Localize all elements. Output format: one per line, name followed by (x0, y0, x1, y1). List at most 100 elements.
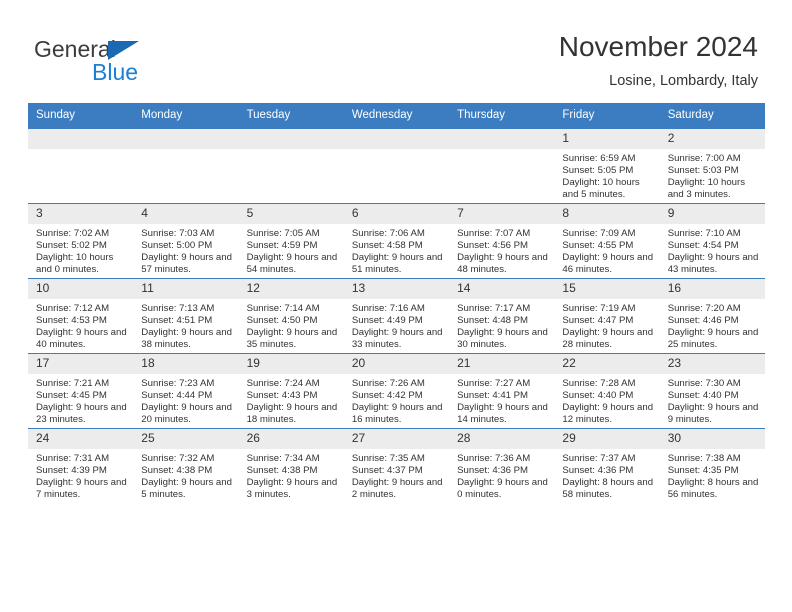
calendar-day-cell[interactable]: 28 Sunrise: 7:36 AM Sunset: 4:36 PM Dayligh… (449, 428, 555, 503)
sunrise-text: Sunrise: 7:35 AM (351, 453, 425, 464)
calendar-body: 1 Sunrise: 6:59 AM Sunset: 5:05 PM Daylight… (28, 128, 765, 503)
day-number: 20 (343, 354, 450, 374)
calendar-day-cell[interactable]: 2 Sunrise: 7:00 AM Sunset: 5:03 PM Daylight… (659, 128, 765, 204)
calendar-week-row: 1 Sunrise: 6:59 AM Sunset: 5:05 PM Daylight… (28, 128, 765, 204)
daylight-text: Daylight: 8 hours and 58 minutes. (562, 477, 654, 501)
sunset-text: Sunset: 4:38 PM (141, 465, 213, 477)
sunset-text: Sunset: 4:37 PM (351, 465, 423, 477)
day-number: 12 (238, 279, 344, 299)
daylight-text: Daylight: 9 hours and 28 minutes. (562, 327, 654, 351)
day-sun-info: Sunrise: 7:10 AM Sunset: 4:54 PM Daylight:… (660, 224, 765, 276)
calendar-day-cell[interactable]: 4 Sunrise: 7:03 AM Sunset: 5:00 PM Daylight… (133, 203, 239, 279)
calendar-day-cell[interactable]: 7 Sunrise: 7:07 AM Sunset: 4:56 PM Daylight… (449, 203, 555, 279)
sunrise-text: Sunrise: 7:34 AM (246, 453, 320, 464)
sunrise-text: Sunrise: 7:13 AM (141, 303, 215, 314)
calendar-day-cell[interactable]: 14 Sunrise: 7:17 AM Sunset: 4:48 PM Dayligh… (449, 278, 555, 354)
daylight-text: Daylight: 9 hours and 0 minutes. (457, 477, 548, 501)
sunrise-text: Sunrise: 7:12 AM (36, 303, 110, 314)
calendar-day-cell[interactable]: 16 Sunrise: 7:20 AM Sunset: 4:46 PM Dayligh… (659, 278, 765, 354)
day-sun-info: Sunrise: 7:20 AM Sunset: 4:46 PM Daylight:… (660, 299, 765, 351)
calendar-day-cell[interactable]: 27 Sunrise: 7:35 AM Sunset: 4:37 PM Dayligh… (343, 428, 450, 503)
calendar-day-cell[interactable]: 25 Sunrise: 7:32 AM Sunset: 4:38 PM Dayligh… (133, 428, 239, 503)
day-number: 1 (554, 129, 660, 149)
calendar-day-cell[interactable]: 29 Sunrise: 7:37 AM Sunset: 4:36 PM Dayligh… (554, 428, 660, 503)
calendar-day-cell[interactable]: 15 Sunrise: 7:19 AM Sunset: 4:47 PM Dayligh… (554, 278, 660, 354)
day-number: 18 (133, 354, 239, 374)
daylight-text: Daylight: 9 hours and 54 minutes. (246, 252, 338, 276)
day-number: 14 (449, 279, 555, 299)
calendar-day-cell[interactable]: 19 Sunrise: 7:24 AM Sunset: 4:43 PM Dayligh… (238, 353, 344, 429)
calendar-day-cell[interactable]: 12 Sunrise: 7:14 AM Sunset: 4:50 PM Dayligh… (238, 278, 344, 354)
daylight-text: Daylight: 9 hours and 9 minutes. (667, 402, 759, 426)
page-header: General Blue November 2024 Losine, Lomba… (0, 0, 792, 100)
day-sun-info: Sunrise: 7:17 AM Sunset: 4:48 PM Daylight:… (449, 299, 554, 351)
calendar-day-cell[interactable]: 3 Sunrise: 7:02 AM Sunset: 5:02 PM Daylight… (28, 203, 134, 279)
day-sun-info: Sunrise: 7:14 AM Sunset: 4:50 PM Daylight:… (239, 299, 344, 351)
calendar-day-cell[interactable]: 22 Sunrise: 7:28 AM Sunset: 4:40 PM Dayligh… (554, 353, 660, 429)
calendar-day-cell[interactable]: 13 Sunrise: 7:16 AM Sunset: 4:49 PM Dayligh… (343, 278, 450, 354)
calendar-day-cell[interactable]: 26 Sunrise: 7:34 AM Sunset: 4:38 PM Dayligh… (238, 428, 344, 503)
sunrise-text: Sunrise: 7:06 AM (351, 228, 425, 239)
day-sun-info: Sunrise: 7:13 AM Sunset: 4:51 PM Daylight:… (133, 299, 238, 351)
day-sun-info: Sunrise: 7:32 AM Sunset: 4:38 PM Daylight:… (133, 449, 238, 501)
sunrise-text: Sunrise: 7:24 AM (246, 378, 320, 389)
sunrise-text: Sunrise: 7:21 AM (36, 378, 110, 389)
day-number: 27 (343, 429, 450, 449)
calendar-day-cell[interactable]: 21 Sunrise: 7:27 AM Sunset: 4:41 PM Dayligh… (449, 353, 555, 429)
title-block: November 2024 Losine, Lombardy, Italy (559, 30, 758, 91)
calendar-day-cell[interactable]: 1 Sunrise: 6:59 AM Sunset: 5:05 PM Daylight… (554, 128, 660, 204)
day-number: 15 (554, 279, 660, 299)
daylight-text: Daylight: 9 hours and 30 minutes. (457, 327, 548, 351)
weekday-header-sunday: Sunday (28, 103, 134, 129)
day-sun-info: Sunrise: 6:59 AM Sunset: 5:05 PM Daylight:… (554, 149, 659, 201)
daylight-text: Daylight: 9 hours and 57 minutes. (141, 252, 232, 276)
daylight-text: Daylight: 9 hours and 2 minutes. (351, 477, 443, 501)
sunset-text: Sunset: 4:43 PM (246, 390, 318, 402)
sunrise-text: Sunrise: 7:14 AM (246, 303, 320, 314)
sunrise-text: Sunrise: 7:38 AM (667, 453, 741, 464)
generalblue-logo[interactable]: General Blue (34, 36, 274, 88)
day-sun-info: Sunrise: 7:12 AM Sunset: 4:53 PM Daylight:… (28, 299, 133, 351)
daylight-text: Daylight: 9 hours and 12 minutes. (562, 402, 654, 426)
calendar-day-cell[interactable]: 30 Sunrise: 7:38 AM Sunset: 4:35 PM Dayligh… (659, 428, 765, 503)
day-number: 5 (238, 204, 344, 224)
sunrise-text: Sunrise: 7:26 AM (351, 378, 425, 389)
day-number: 3 (28, 204, 134, 224)
daylight-text: Daylight: 9 hours and 3 minutes. (246, 477, 338, 501)
weekday-header-tuesday: Tuesday (238, 103, 344, 129)
day-sun-info: Sunrise: 7:23 AM Sunset: 4:44 PM Daylight:… (133, 374, 238, 426)
day-sun-info: Sunrise: 7:34 AM Sunset: 4:38 PM Daylight:… (239, 449, 344, 501)
calendar-day-cell-empty (238, 128, 344, 204)
calendar-day-cell[interactable]: 17 Sunrise: 7:21 AM Sunset: 4:45 PM Dayligh… (28, 353, 134, 429)
calendar-day-cell[interactable]: 6 Sunrise: 7:06 AM Sunset: 4:58 PM Daylight… (343, 203, 450, 279)
day-number (238, 129, 344, 149)
calendar-day-cell[interactable]: 9 Sunrise: 7:10 AM Sunset: 4:54 PM Daylight… (659, 203, 765, 279)
calendar-day-cell[interactable]: 8 Sunrise: 7:09 AM Sunset: 4:55 PM Daylight… (554, 203, 660, 279)
day-number: 22 (554, 354, 660, 374)
calendar-day-cell[interactable]: 24 Sunrise: 7:31 AM Sunset: 4:39 PM Dayligh… (28, 428, 134, 503)
day-sun-info: Sunrise: 7:06 AM Sunset: 4:58 PM Daylight:… (344, 224, 449, 276)
weekday-header-friday: Friday (554, 103, 660, 129)
calendar-day-cell[interactable]: 11 Sunrise: 7:13 AM Sunset: 4:51 PM Dayligh… (133, 278, 239, 354)
sunset-text: Sunset: 4:45 PM (36, 390, 107, 402)
day-sun-info: Sunrise: 7:37 AM Sunset: 4:36 PM Daylight:… (554, 449, 659, 501)
sunset-text: Sunset: 4:40 PM (667, 390, 739, 402)
sunset-text: Sunset: 4:38 PM (246, 465, 318, 477)
sunset-text: Sunset: 4:41 PM (457, 390, 529, 402)
daylight-text: Daylight: 9 hours and 51 minutes. (351, 252, 443, 276)
day-number: 19 (238, 354, 344, 374)
sunset-text: Sunset: 4:36 PM (457, 465, 529, 477)
calendar-day-cell-empty (343, 128, 450, 204)
sunrise-text: Sunrise: 7:20 AM (667, 303, 741, 314)
day-number: 13 (343, 279, 450, 299)
weekday-header-wednesday: Wednesday (343, 103, 450, 129)
sunset-text: Sunset: 4:35 PM (667, 465, 739, 477)
calendar-day-cell[interactable]: 18 Sunrise: 7:23 AM Sunset: 4:44 PM Dayligh… (133, 353, 239, 429)
calendar-day-cell[interactable]: 10 Sunrise: 7:12 AM Sunset: 4:53 PM Dayligh… (28, 278, 134, 354)
sunrise-text: Sunrise: 7:31 AM (36, 453, 110, 464)
sunrise-text: Sunrise: 7:05 AM (246, 228, 320, 239)
calendar-day-cell[interactable]: 23 Sunrise: 7:30 AM Sunset: 4:40 PM Dayligh… (659, 353, 765, 429)
calendar-day-cell[interactable]: 5 Sunrise: 7:05 AM Sunset: 4:59 PM Daylight… (238, 203, 344, 279)
calendar-day-cell[interactable]: 20 Sunrise: 7:26 AM Sunset: 4:42 PM Dayligh… (343, 353, 450, 429)
day-sun-info: Sunrise: 7:27 AM Sunset: 4:41 PM Daylight:… (449, 374, 554, 426)
